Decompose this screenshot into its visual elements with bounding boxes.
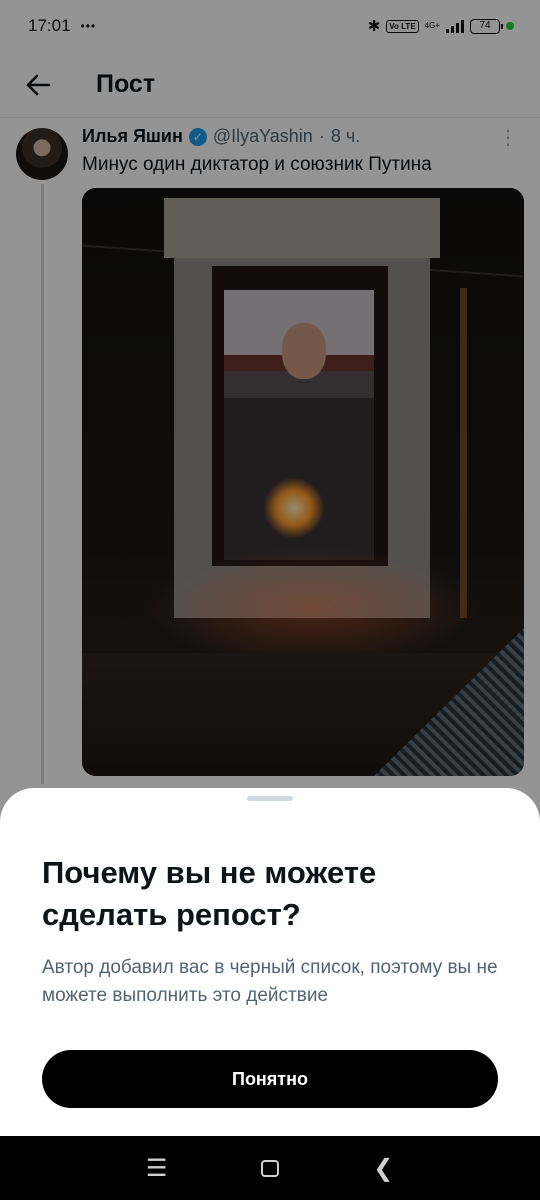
menu-button[interactable]: ☰ <box>127 1143 187 1193</box>
sheet-title: Почему вы не можете сделать репост? <box>42 855 377 932</box>
drag-handle[interactable] <box>247 796 293 801</box>
home-icon <box>260 1159 279 1177</box>
menu-icon: ☰ <box>145 1154 168 1182</box>
got-it-button[interactable]: Понятно <box>42 1050 498 1108</box>
home-button[interactable] <box>240 1143 300 1193</box>
system-nav-bar: ☰ ❮ <box>0 1136 540 1200</box>
bottom-sheet: Почему вы не можете сделать репост? Авто… <box>0 788 540 1136</box>
system-back-button[interactable]: ❮ <box>353 1143 413 1193</box>
sheet-text: Автор добавил вас в черный список, поэто… <box>42 957 498 1006</box>
chevron-left-icon: ❮ <box>373 1154 394 1182</box>
